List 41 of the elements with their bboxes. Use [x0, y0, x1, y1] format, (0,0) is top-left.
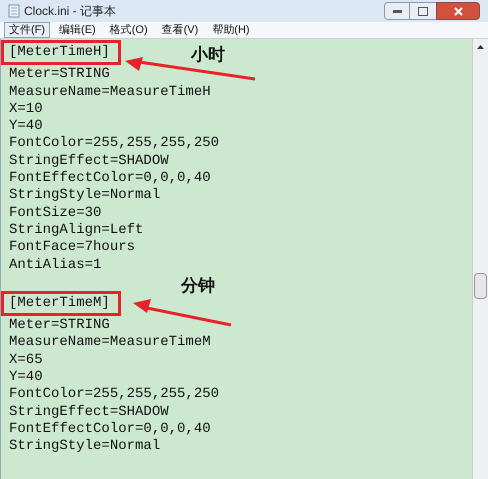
window-title: Clock.ini - 记事本 [24, 3, 116, 20]
text-line: StringAlign=Left [9, 222, 144, 240]
text-area[interactable] [0, 39, 488, 479]
text-line: StringStyle=Normal [9, 187, 160, 205]
scroll-up-icon [477, 45, 484, 49]
text-line: FontSize=30 [9, 204, 102, 222]
text-line: MeasureName=MeasureTimeM [9, 334, 211, 352]
text-line: FontColor=255,255,255,250 [9, 386, 220, 404]
minimize-button[interactable] [384, 2, 410, 20]
text-line: FontColor=255,255,255,250 [9, 135, 220, 153]
menu-item[interactable]: 格式(O) [104, 22, 153, 38]
text-line: Meter=STRING [9, 317, 110, 334]
scrollbar[interactable] [472, 39, 488, 479]
menu-item[interactable]: 文件(F) [4, 22, 50, 38]
close-icon [454, 6, 462, 16]
text-line: Y=40 [9, 118, 43, 136]
menu-item[interactable]: 查看(V) [156, 22, 204, 38]
annotation-label: 小时 [191, 44, 225, 66]
scrollbar-thumb[interactable] [474, 273, 487, 299]
menu-item[interactable]: 编辑(E) [54, 22, 101, 38]
text-line: StringStyle=Normal [9, 438, 160, 456]
text-line: AntiAlias=1 [9, 256, 102, 274]
annotation-label: 分钟 [181, 275, 215, 297]
text-line: FontEffectColor=0,0,0,40 [9, 420, 211, 438]
notepad-icon [8, 4, 20, 18]
text-line: [MeterTimeH] [9, 44, 110, 62]
text-line: X=65 [9, 352, 43, 370]
menu-item[interactable]: 帮助(H) [207, 22, 255, 38]
text-line: Meter=STRING [9, 66, 110, 84]
minimize-icon [392, 10, 402, 12]
text-line: MeasureName=MeasureTimeH [9, 84, 211, 101]
text-line: FontEffectColor=0,0,0,40 [9, 170, 211, 188]
maximize-icon [418, 6, 428, 16]
text-line: StringEffect=SHADOW [9, 152, 169, 170]
text-line: FontFace=7hours [9, 239, 136, 257]
text-line: Y=40 [9, 369, 43, 386]
maximize-button[interactable] [410, 2, 436, 20]
close-button[interactable] [436, 2, 480, 20]
text-line: StringEffect=SHADOW [9, 404, 169, 421]
text-line: X=10 [9, 100, 43, 118]
text-line: [MeterTimeM] [9, 294, 110, 312]
